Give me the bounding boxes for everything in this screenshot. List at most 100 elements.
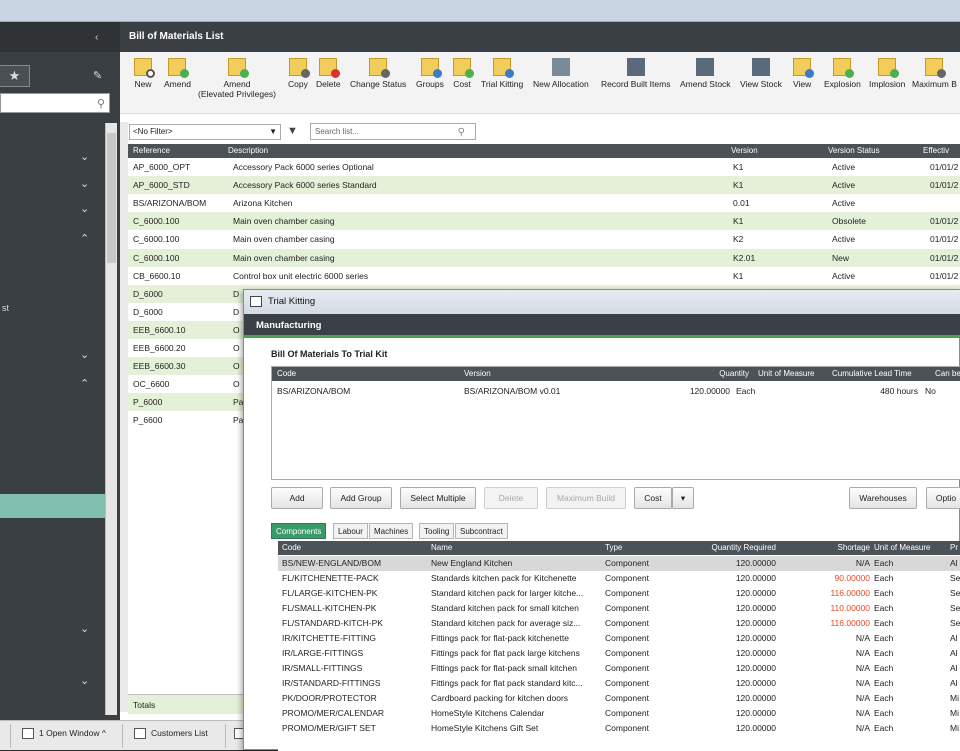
column-header[interactable]: Reference [133,144,170,158]
cell-short: N/A [855,558,870,568]
table-row[interactable]: FL/SMALL-KITCHEN-PK Standard kitchen pack… [278,601,960,616]
chevron-up-icon[interactable]: ⌃ [80,377,89,390]
column-header[interactable]: Version [731,144,758,158]
new-button[interactable]: New [134,58,155,89]
explosion-button[interactable]: Explosion [824,58,861,89]
table-row[interactable]: IR/STANDARD-FITTINGS Fittings pack for fl… [278,676,960,691]
column-header[interactable]: Code [282,541,301,555]
table-row[interactable]: BS/ARIZONA/BOM Arizona Kitchen 0.01 Active [128,194,960,212]
table-row[interactable]: IR/SMALL-FITTINGS Fittings pack for flat-… [278,661,960,676]
warehouses-button[interactable]: Warehouses [849,487,917,509]
amend-elevated-button[interactable]: Amend (Elevated Privileges) [198,58,276,99]
new-allocation-button[interactable]: New Allocation [533,58,589,89]
cell-ref: C_6000.100 [133,234,180,245]
tab-machines[interactable]: Machines [369,523,414,539]
select-multiple-button[interactable]: Select Multiple [400,487,476,509]
maximum-build-button[interactable]: Maximum Build [546,487,626,509]
add-button[interactable]: Add [271,487,323,509]
table-row[interactable]: BS/NEW-ENGLAND/BOM New England Kitchen Com… [278,556,960,571]
table-row[interactable]: PROMO/MER/CALENDAR HomeStyle Kitchens Cal… [278,706,960,721]
column-header[interactable]: Code [277,367,296,381]
tab-subcontract[interactable]: Subcontract [455,523,508,539]
table-row[interactable]: IR/LARGE-FITTINGS Fittings pack for flat … [278,646,960,661]
groups-button[interactable]: Groups [416,58,444,89]
tab-components[interactable]: Components [271,523,327,539]
table-row[interactable]: AP_6000_OPT Accessory Pack 6000 series Op… [128,158,960,176]
options-button[interactable]: Optio [926,487,960,509]
edit-pen-icon[interactable]: ✎ [93,69,102,82]
column-header[interactable]: Version [464,367,491,381]
column-header[interactable]: Unit of Measure [758,367,814,381]
taskbar-customers-list[interactable]: Customers List [134,728,208,740]
column-header[interactable]: Version Status [828,144,880,158]
cost-dropdown-button[interactable]: ▾ [672,487,694,509]
implosion-button[interactable]: Implosion [869,58,905,89]
cell-status: Active [832,198,856,209]
cell-short: N/A [855,723,870,733]
chevron-down-icon[interactable]: ⌄ [80,177,89,190]
column-header[interactable]: Description [228,144,268,158]
table-row[interactable]: PROMO/MER/GIFT SET HomeStyle Kitchens Gif… [278,721,960,736]
bom-section-title: Bill Of Materials To Trial Kit [271,349,388,359]
open-windows-button[interactable]: 1 Open Window ^ [22,728,106,740]
column-header[interactable]: Pr [950,541,958,555]
maximum-build-button[interactable]: Maximum B [912,58,957,89]
tab-tooling[interactable]: Tooling [419,523,455,539]
column-header[interactable]: Unit of Measure [874,541,930,555]
table-row[interactable]: C_6000.100 Main oven chamber casing K1 Obso… [128,212,960,231]
table-row[interactable]: FL/LARGE-KITCHEN-PK Standard kitchen pack… [278,586,960,601]
filter-select[interactable]: <No Filter> ▼ [129,124,281,140]
list-left-scrollbar[interactable] [120,122,128,712]
table-row[interactable]: BS/ARIZONA/BOM BS/ARIZONA/BOM v0.01 120.… [272,383,960,399]
chevron-down-icon[interactable]: ⌄ [80,150,89,163]
sidebar-search-input[interactable]: ⚲ [0,93,110,113]
table-row[interactable]: C_6000.100 Main oven chamber casing K2.01 N… [128,248,960,267]
favorites-star-icon[interactable]: ★ [0,65,30,87]
divider [122,724,123,748]
scrollbar-thumb[interactable] [107,133,116,263]
chevron-up-icon[interactable]: ⌃ [80,232,89,245]
trial-kitting-button[interactable]: Trial Kitting [481,58,523,89]
table-row[interactable]: FL/KITCHENETTE-PACK Standards kitchen pac… [278,571,960,586]
search-input[interactable]: Search list... ⚲ [310,123,476,140]
sidebar-item-label[interactable]: st [2,303,9,313]
add-group-button[interactable]: Add Group [330,487,392,509]
table-row[interactable]: CB_6600.10 Control box unit electric 6000… [128,267,960,285]
amend-stock-button[interactable]: Amend Stock [680,58,731,89]
column-header[interactable]: Shortage [818,541,870,555]
column-header[interactable]: Can be b [935,367,960,381]
column-header[interactable]: Quantity [697,367,749,381]
amend-stock-icon [696,58,715,76]
column-header[interactable]: Type [605,541,622,555]
sidebar-item-selected[interactable] [0,494,105,518]
tab-labour[interactable]: Labour [333,523,368,539]
collapse-chevron-icon[interactable]: ‹ [95,32,105,43]
window-title[interactable]: Trial Kitting [244,290,960,314]
delete-button[interactable]: Delete [484,487,538,509]
filter-funnel-icon[interactable]: ▼ [287,125,299,137]
view-button[interactable]: View [793,58,815,89]
column-header[interactable]: Cumulative Lead Time [832,367,912,381]
chevron-down-icon[interactable]: ⌄ [80,202,89,215]
column-header[interactable]: Effectiv [923,144,949,158]
cost-button[interactable]: Cost [453,58,474,89]
sidebar-scrollbar[interactable] [105,123,117,715]
table-row[interactable]: C_6000.100 Main oven chamber casing K2 Acti… [128,230,960,248]
chevron-down-icon[interactable]: ⌄ [80,674,89,687]
bom-grid[interactable]: Code Version Quantity Unit of Measure Cu… [271,366,960,480]
table-row[interactable]: PK/DOOR/PROTECTOR Cardboard packing for k… [278,691,960,706]
record-built-items-button[interactable]: Record Built Items [601,58,670,89]
change-status-button[interactable]: Change Status [350,58,406,89]
table-row[interactable]: AP_6000_STD Accessory Pack 6000 series St… [128,176,960,195]
chevron-down-icon[interactable]: ⌄ [80,622,89,635]
amend-button[interactable]: Amend [164,58,191,89]
column-header[interactable]: Name [431,541,452,555]
view-stock-button[interactable]: View Stock [740,58,782,89]
cost-button[interactable]: Cost [634,487,672,509]
table-row[interactable]: FL/STANDARD-KITCH-PK Standard kitchen pac… [278,616,960,631]
copy-button[interactable]: Copy [288,58,310,89]
table-row[interactable]: IR/KITCHETTE-FITTING Fittings pack for fl… [278,631,960,646]
chevron-down-icon[interactable]: ⌄ [80,348,89,361]
column-header[interactable]: Quantity Required [690,541,776,555]
delete-button[interactable]: Delete [316,58,341,89]
